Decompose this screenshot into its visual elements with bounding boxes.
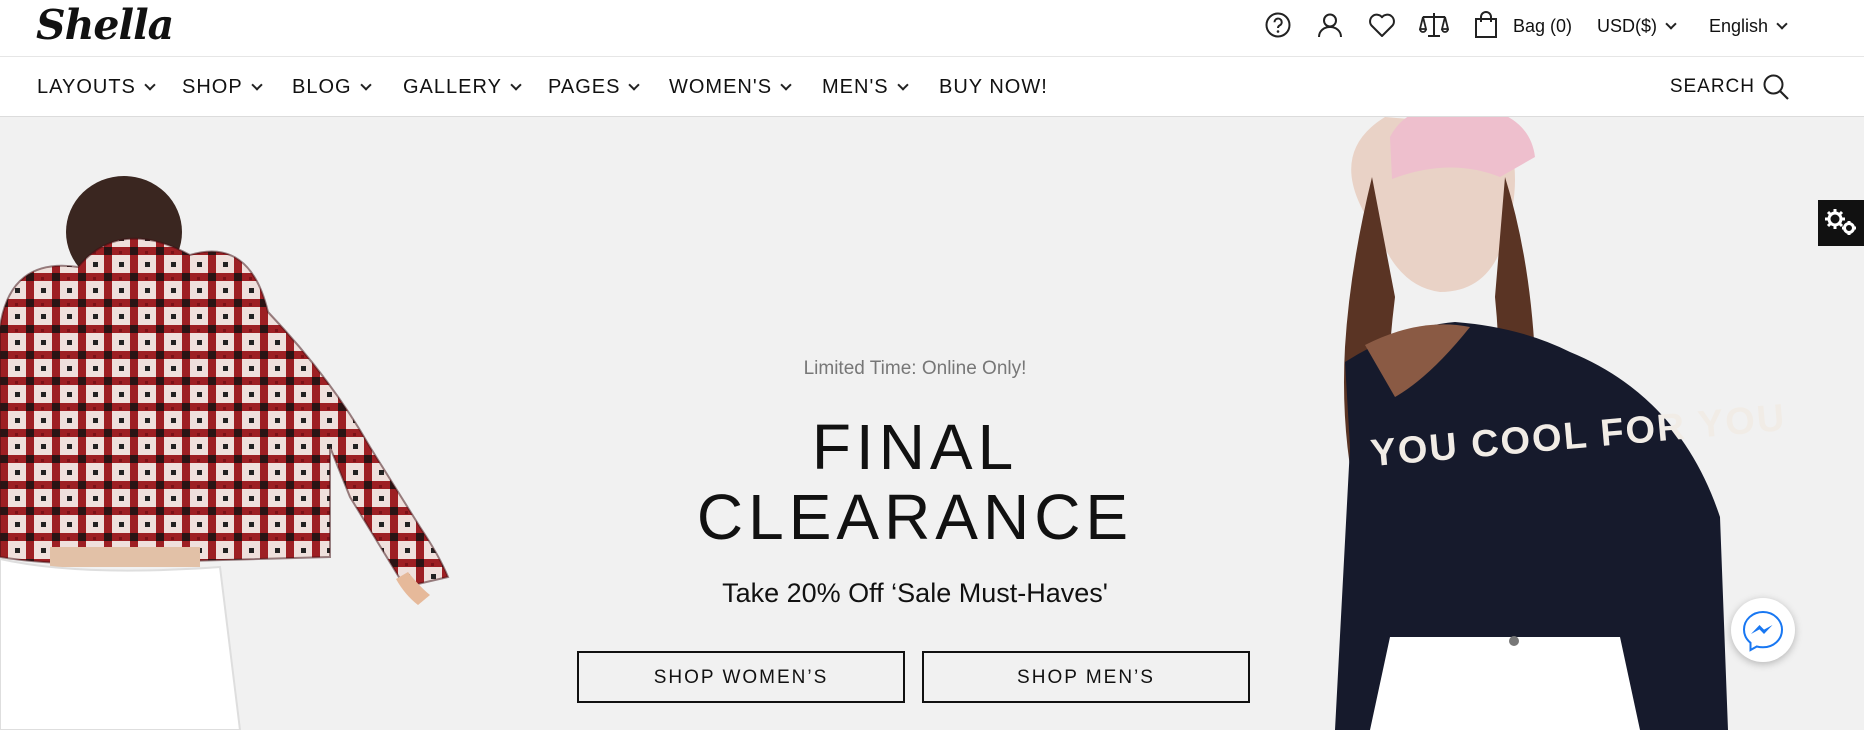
- nav-item-gallery[interactable]: GALLERY: [403, 75, 522, 99]
- nav-item-womens[interactable]: WOMEN'S: [669, 75, 792, 99]
- chevron-down-icon: [359, 79, 372, 91]
- nav-item-label: WOMEN'S: [669, 76, 773, 98]
- chevron-down-icon: [1665, 18, 1677, 30]
- chevron-down-icon: [510, 79, 522, 91]
- currency-selector[interactable]: USD($): [1597, 14, 1677, 38]
- chevron-down-icon: [144, 79, 156, 91]
- search-icon[interactable]: [1762, 73, 1790, 101]
- language-label: English: [1709, 16, 1769, 36]
- messenger-chat-button[interactable]: [1731, 598, 1795, 662]
- chevron-down-icon: [628, 79, 641, 91]
- bag-link[interactable]: Bag (0): [1513, 14, 1572, 38]
- shop-womens-button[interactable]: SHOP WOMEN’S: [577, 651, 905, 703]
- hero-headline-line-2: CLEARANCE: [696, 481, 1134, 553]
- nav-item-mens[interactable]: MEN'S: [822, 75, 909, 99]
- help-icon[interactable]: [1265, 12, 1291, 38]
- gears-icon: [1825, 209, 1856, 235]
- compare-icon[interactable]: [1419, 11, 1449, 39]
- main-navigation: LAYOUTS SHOP BLOG GALLERY PAGES WOMEN'S …: [0, 57, 1864, 117]
- nav-item-label: BLOG: [292, 76, 352, 98]
- bag-icon[interactable]: [1474, 11, 1498, 39]
- search-link[interactable]: SEARCH: [1670, 75, 1755, 99]
- hero-headline-line-1: FINAL: [811, 411, 1019, 483]
- nav-item-label: LAYOUTS: [37, 76, 136, 98]
- hero-subheadline: Take 20% Off ‘Sale Must-Haves': [722, 578, 1108, 608]
- chevron-down-icon: [780, 79, 792, 91]
- top-bar: Shella Bag (0) USD($) English: [0, 0, 1864, 57]
- language-selector[interactable]: English: [1709, 14, 1788, 38]
- messenger-icon: [1742, 610, 1784, 652]
- shop-mens-button[interactable]: SHOP MEN’S: [922, 651, 1250, 703]
- nav-item-layouts[interactable]: LAYOUTS: [37, 75, 156, 99]
- user-icon[interactable]: [1317, 12, 1343, 38]
- hero-banner: YOU COOL FOR YOU Limited Time: Online On…: [0, 117, 1864, 730]
- nav-item-pages[interactable]: PAGES: [548, 75, 641, 99]
- nav-item-label: SHOP: [182, 76, 243, 98]
- chevron-down-icon: [251, 79, 263, 91]
- nav-item-shop[interactable]: SHOP: [182, 75, 263, 99]
- nav-item-label: BUY NOW!: [939, 76, 1048, 98]
- chevron-down-icon: [896, 79, 909, 91]
- chevron-down-icon: [1776, 18, 1788, 30]
- nav-item-buy-now[interactable]: BUY NOW!: [939, 75, 1048, 99]
- nav-item-label: MEN'S: [822, 76, 889, 98]
- settings-panel-toggle[interactable]: [1818, 200, 1864, 246]
- hero-eyebrow: Limited Time: Online Only!: [803, 358, 1027, 379]
- nav-item-label: PAGES: [548, 76, 621, 98]
- logo[interactable]: Shella: [36, 2, 174, 48]
- nav-item-blog[interactable]: BLOG: [292, 75, 372, 99]
- nav-item-label: GALLERY: [403, 76, 502, 98]
- heart-icon[interactable]: [1368, 12, 1396, 38]
- currency-label: USD($): [1597, 16, 1658, 36]
